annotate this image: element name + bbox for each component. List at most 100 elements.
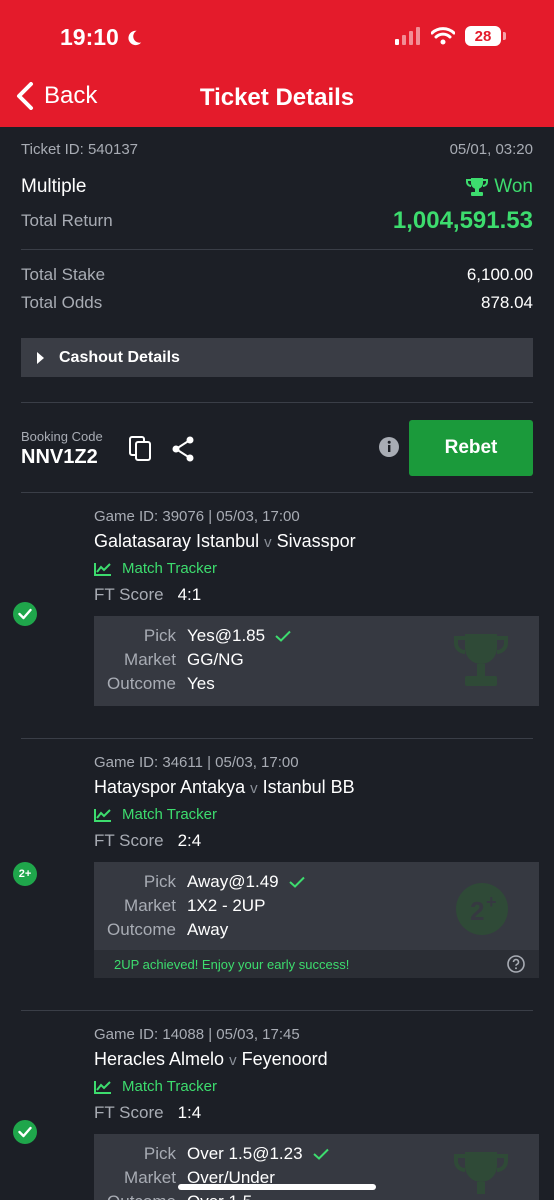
chart-line-icon (94, 808, 111, 822)
game-id: Game ID: 14088 | 05/03, 17:45 (94, 1026, 300, 1043)
outcome-label: Outcome (107, 674, 176, 693)
match-tracker-link[interactable]: Match Tracker (94, 1078, 533, 1095)
copy-icon[interactable] (129, 436, 153, 462)
market-label: Market (124, 650, 176, 669)
market-label: Market (124, 1168, 176, 1187)
status-badge: Won (466, 176, 533, 198)
total-odds-label: Total Odds (21, 293, 103, 312)
divider (21, 1010, 533, 1011)
ticket-datetime: 05/01, 03:20 (449, 140, 533, 158)
pick-box: Pick Yes@1.85 Market GG/NG Outcome Yes (94, 616, 539, 706)
away-team: Istanbul BB (262, 777, 355, 797)
ft-score: FT Score 1:4 (94, 1103, 533, 1123)
booking-code-value: NNV1Z2 (21, 446, 98, 468)
divider (21, 738, 533, 739)
pick-label: Pick (143, 626, 176, 645)
divider (21, 249, 533, 250)
chart-line-icon (94, 562, 111, 576)
ft-score-value: 2:4 (177, 831, 202, 850)
battery-icon: 28 (465, 26, 506, 46)
outcome-value: Over 1.5 (187, 1192, 252, 1200)
market-label: Market (124, 896, 176, 915)
ticket-type: Multiple (21, 176, 87, 197)
market-value: 1X2 - 2UP (187, 896, 266, 915)
won-check-icon (13, 1120, 37, 1144)
match-teams: Hatayspor Antakya v Istanbul BB (94, 777, 533, 798)
match-tracker-label: Match Tracker (122, 560, 218, 577)
check-icon (275, 630, 291, 642)
pick-box: 2 + Pick Away@1.49 Market 1X2 - 2UP Outc… (94, 862, 539, 978)
ft-score-label: FT Score (94, 1103, 164, 1122)
pick-value: Over 1.5@1.23 (187, 1144, 303, 1163)
match-tracker-link[interactable]: Match Tracker (94, 560, 533, 577)
divider (21, 402, 533, 403)
match-tracker-label: Match Tracker (122, 1078, 218, 1095)
wifi-icon (431, 27, 455, 45)
home-team: Galatasaray Istanbul (94, 531, 260, 551)
total-stake-label: Total Stake (21, 265, 106, 284)
ft-score-value: 4:1 (177, 585, 202, 604)
header-bar: 19:10 28 Back Ticket Details (0, 0, 554, 127)
ticket-summary: Ticket ID: 540137 05/01, 03:20 Multiple … (21, 140, 533, 314)
rebet-button[interactable]: Rebet (409, 420, 533, 476)
total-stake-value: 6,100.00 (466, 265, 533, 284)
cashout-details-toggle[interactable]: Cashout Details (21, 338, 533, 377)
status-icons: 28 (395, 26, 506, 46)
booking-section: Booking Code NNV1Z2 Rebet (21, 418, 533, 478)
home-team: Hatayspor Antakya (94, 777, 246, 797)
page-title: Ticket Details (199, 84, 355, 111)
home-indicator[interactable] (178, 1184, 376, 1190)
ticket-id: Ticket ID: 540137 (21, 140, 139, 158)
two-up-badge-icon: 2+ (13, 862, 37, 886)
trophy-watermark-icon (454, 1152, 508, 1194)
outcome-label: Outcome (94, 1192, 176, 1200)
divider (21, 492, 533, 493)
game-id: Game ID: 34611 | 05/03, 17:00 (94, 754, 299, 771)
match-teams: Heracles Almelo v Feyenoord (94, 1049, 533, 1070)
ft-score-label: FT Score (94, 831, 164, 850)
away-team: Feyenoord (241, 1049, 328, 1069)
versus-text: v (229, 1052, 237, 1069)
match-tracker-link[interactable]: Match Tracker (94, 806, 533, 823)
outcome-value: Yes (187, 674, 215, 693)
market-value: GG/NG (187, 650, 244, 669)
svg-text:+: + (486, 892, 497, 912)
check-icon (312, 1148, 329, 1160)
ft-score-label: FT Score (94, 585, 164, 604)
share-icon[interactable] (171, 436, 195, 462)
total-odds-value: 878.04 (481, 293, 533, 312)
two-up-badge-text: 2+ (18, 868, 32, 880)
booking-code-label: Booking Code (21, 429, 103, 444)
match-teams: Galatasaray Istanbul v Sivasspor (94, 531, 533, 552)
away-team: Sivasspor (276, 531, 356, 551)
rebet-label: Rebet (444, 437, 498, 458)
total-return-value: 1,004,591.53 (392, 207, 533, 234)
status-text: Won (494, 176, 533, 197)
cashout-label: Cashout Details (59, 348, 180, 366)
status-time: 19:10 (60, 24, 143, 51)
ft-score: FT Score 2:4 (94, 831, 533, 851)
pick-label: Pick (143, 872, 176, 891)
svg-text:2: 2 (470, 896, 484, 926)
outcome-label: Outcome (107, 920, 176, 939)
ft-score-value: 1:4 (177, 1103, 202, 1122)
moon-icon (128, 30, 142, 45)
versus-text: v (250, 780, 258, 797)
pick-box: Pick Over 1.5@1.23 Market Over/Under Out… (94, 1134, 539, 1200)
won-check-icon (13, 602, 37, 626)
help-icon[interactable] (507, 955, 525, 973)
outcome-value: Away (187, 920, 229, 939)
two-up-note: 2UP achieved! Enjoy your early success! (94, 950, 539, 978)
check-icon (288, 876, 305, 888)
caret-right-icon (37, 351, 44, 364)
chart-line-icon (94, 1080, 111, 1094)
two-up-watermark-icon: 2 + (456, 883, 508, 935)
home-team: Heracles Almelo (94, 1049, 225, 1069)
pick-value: Yes@1.85 (187, 626, 266, 645)
pick-value: Away@1.49 (187, 872, 279, 891)
trophy-icon (466, 178, 489, 196)
info-icon[interactable] (379, 437, 399, 457)
pick-label: Pick (143, 1144, 176, 1163)
clock-text: 19:10 (60, 24, 119, 50)
match-tracker-label: Match Tracker (122, 806, 218, 823)
